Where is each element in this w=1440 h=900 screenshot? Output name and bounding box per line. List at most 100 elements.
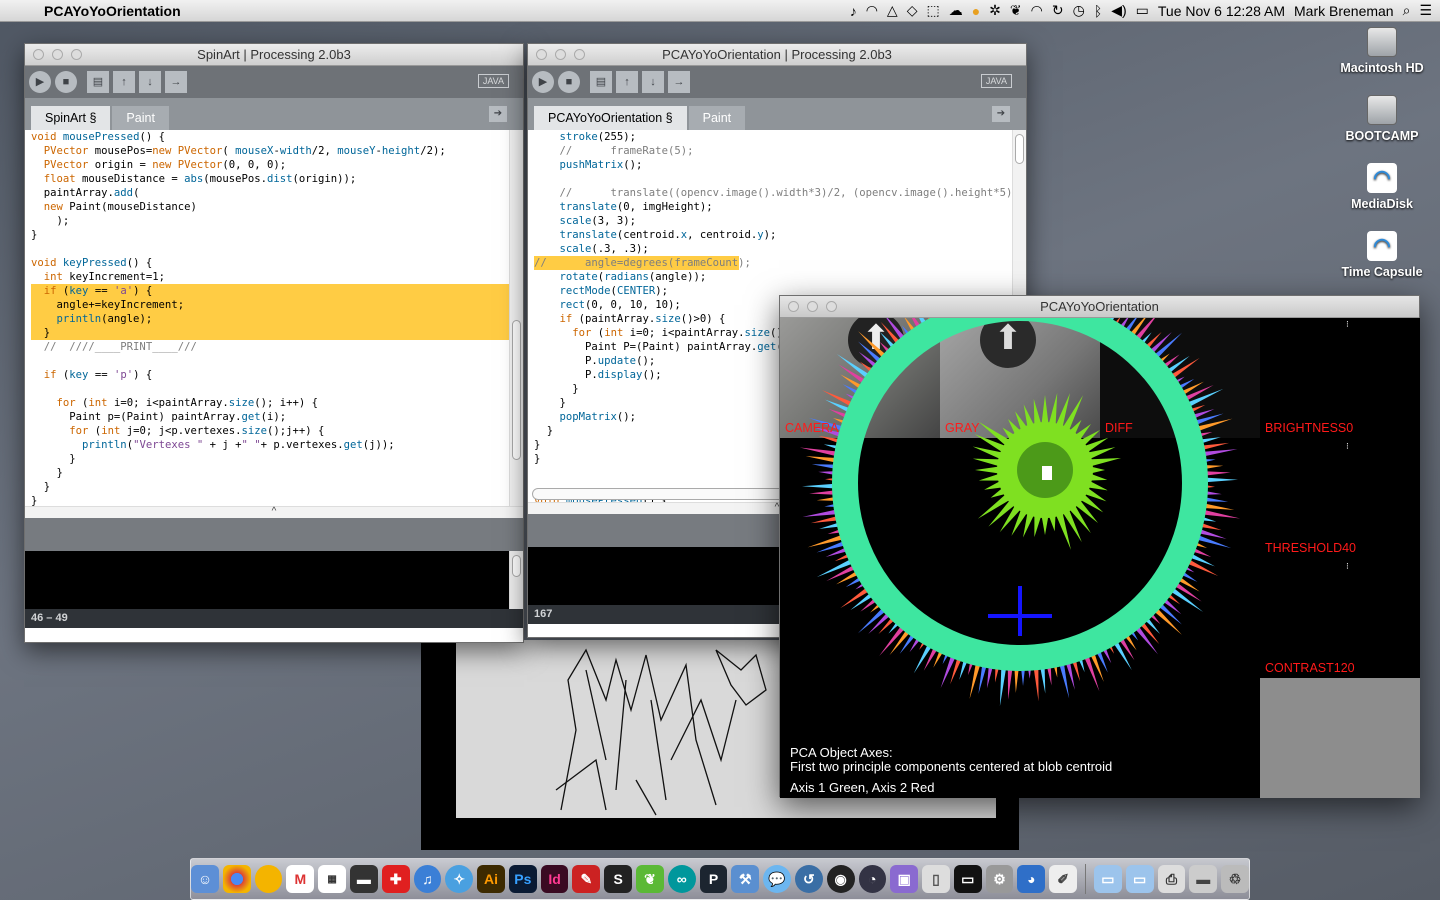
- desktop-icon-bootcamp[interactable]: BOOTCAMP: [1332, 95, 1432, 143]
- menu-clock[interactable]: Tue Nov 6 12:28 AM: [1158, 3, 1285, 19]
- sketchbook-icon[interactable]: ✎: [572, 865, 601, 893]
- script-icon[interactable]: ✐: [1049, 865, 1077, 893]
- evernote-icon[interactable]: ❦: [1010, 2, 1022, 19]
- tab-menu-arrow-icon[interactable]: ➔: [992, 106, 1010, 122]
- export-button[interactable]: →: [165, 71, 187, 93]
- scroll-thumb[interactable]: [512, 320, 521, 460]
- firefox-icon[interactable]: [254, 865, 283, 893]
- illustrator-icon[interactable]: Ai: [477, 865, 505, 893]
- stop-button[interactable]: ■: [55, 71, 77, 93]
- wifi-icon[interactable]: ◠: [1031, 2, 1043, 19]
- tab-pcayoyoorientation[interactable]: PCAYoYoOrientation §: [534, 106, 687, 130]
- sketch-canvas[interactable]: ⬆ ⬆ CAMERA GRAY DIFF BRIGHTNESS0 THRESHO…: [780, 318, 1420, 798]
- safari-icon[interactable]: ✧: [445, 865, 474, 893]
- dropbox-icon[interactable]: ◇: [907, 2, 918, 19]
- processing-icon[interactable]: P: [699, 865, 728, 893]
- desktop-icon-macintosh-hd[interactable]: Macintosh HD: [1332, 27, 1432, 75]
- stop-button[interactable]: ■: [558, 71, 580, 93]
- bluetooth-icon[interactable]: ᛒ: [1094, 3, 1102, 19]
- open-button[interactable]: ↑: [616, 71, 638, 93]
- close-button[interactable]: [788, 301, 799, 312]
- slider-handle[interactable]: ⁝: [1346, 320, 1352, 336]
- volume-icon[interactable]: ◀): [1111, 2, 1126, 19]
- desktop-icon-mediadisk[interactable]: ◠ MediaDisk: [1332, 163, 1432, 211]
- zoom-button[interactable]: [574, 49, 585, 60]
- export-button[interactable]: →: [668, 71, 690, 93]
- window-titlebar[interactable]: PCAYoYoOrientation | Processing 2.0b3: [528, 44, 1026, 66]
- mode-button[interactable]: JAVA: [477, 74, 509, 88]
- activity-icon[interactable]: ◔: [858, 865, 887, 893]
- tab-spinart[interactable]: SpinArt §: [31, 106, 111, 130]
- circuit-icon[interactable]: ⚙: [985, 865, 1014, 893]
- save-button[interactable]: ↓: [642, 71, 664, 93]
- tab-paint[interactable]: Paint: [688, 106, 746, 130]
- console-area[interactable]: [25, 551, 523, 609]
- evernote-leaf-icon[interactable]: ❦: [636, 865, 664, 893]
- run-button[interactable]: ▶: [29, 71, 51, 93]
- cloud-icon[interactable]: ☁: [949, 2, 963, 19]
- save-button[interactable]: ↓: [139, 71, 161, 93]
- mode-button[interactable]: JAVA: [980, 74, 1012, 88]
- sublime-icon[interactable]: S: [604, 865, 633, 893]
- gmail-icon[interactable]: M: [286, 865, 315, 893]
- messages-icon[interactable]: 💬: [763, 865, 791, 893]
- tab-paint[interactable]: Paint: [112, 106, 169, 130]
- calendar-icon[interactable]: ▦: [318, 865, 347, 893]
- music-icon[interactable]: ♪: [850, 3, 857, 19]
- drive-icon[interactable]: △: [887, 2, 898, 19]
- disk-icon[interactable]: ▬: [1189, 865, 1218, 893]
- menu-user[interactable]: Mark Breneman: [1294, 3, 1394, 19]
- tab-menu-arrow-icon[interactable]: ➔: [489, 106, 507, 122]
- new-sketch-button[interactable]: ▤: [590, 71, 612, 93]
- headphones-icon[interactable]: ◠: [866, 2, 878, 19]
- folder-icon[interactable]: ▭: [1125, 865, 1154, 893]
- xcode-icon[interactable]: ⚒: [731, 865, 760, 893]
- zoom-button[interactable]: [71, 49, 82, 60]
- minimize-button[interactable]: [555, 49, 566, 60]
- finder-icon[interactable]: ☺: [191, 865, 219, 893]
- zoom-button[interactable]: [826, 301, 837, 312]
- swiss-icon[interactable]: ✚: [381, 865, 410, 893]
- cyberduck-icon[interactable]: ◕: [1017, 865, 1046, 893]
- refresh-icon[interactable]: ↻: [1052, 2, 1064, 19]
- system-prefs-icon[interactable]: ▬: [350, 865, 378, 893]
- console-scrollbar[interactable]: [509, 551, 523, 609]
- code-editor[interactable]: void mousePressed() { PVector mousePos=n…: [25, 130, 523, 506]
- slider-handle[interactable]: ⁝: [1346, 562, 1352, 578]
- close-button[interactable]: [536, 49, 547, 60]
- app-menu-title[interactable]: PCAYoYoOrientation: [44, 3, 181, 19]
- photoshop-icon[interactable]: Ps: [508, 865, 537, 893]
- divider-handle[interactable]: ^: [25, 506, 523, 518]
- sync-icon[interactable]: ✲: [989, 2, 1001, 19]
- minimize-button[interactable]: [807, 301, 818, 312]
- close-button[interactable]: [33, 49, 44, 60]
- dashboard-icon[interactable]: ◉: [826, 865, 855, 893]
- spotlight-icon[interactable]: ⌕: [1403, 2, 1411, 19]
- printer-icon[interactable]: ⎙: [1157, 865, 1186, 893]
- console-scroll-thumb[interactable]: [512, 555, 521, 577]
- notification-center-icon[interactable]: ☰: [1419, 2, 1432, 19]
- new-sketch-button[interactable]: ▤: [87, 71, 109, 93]
- run-button[interactable]: ▶: [532, 71, 554, 93]
- paper-icon[interactable]: ▯: [922, 865, 950, 893]
- indesign-icon[interactable]: Id: [540, 865, 569, 893]
- arduino-icon[interactable]: ∞: [667, 865, 696, 893]
- minimize-button[interactable]: [52, 49, 63, 60]
- time-machine-icon[interactable]: ↺: [794, 865, 823, 893]
- screenshot-icon[interactable]: ⬚: [926, 2, 939, 19]
- folder-icon[interactable]: ▭: [1093, 865, 1122, 893]
- window-titlebar[interactable]: SpinArt | Processing 2.0b3: [25, 44, 523, 66]
- time-machine-icon[interactable]: ◷: [1073, 2, 1085, 19]
- moon-icon[interactable]: ●: [972, 3, 980, 19]
- editor-scrollbar[interactable]: [509, 130, 523, 506]
- itunes-icon[interactable]: ♫: [413, 865, 442, 893]
- slider-handle[interactable]: ⁝: [1346, 442, 1352, 458]
- open-button[interactable]: ↑: [113, 71, 135, 93]
- desktop-icon-time-capsule[interactable]: ◠ Time Capsule: [1332, 231, 1432, 279]
- window-titlebar[interactable]: PCAYoYoOrientation: [780, 296, 1419, 318]
- chrome-icon[interactable]: [222, 865, 251, 893]
- preview-icon[interactable]: ▣: [890, 865, 919, 893]
- battery-icon[interactable]: ▭: [1136, 2, 1149, 19]
- scroll-thumb[interactable]: [1015, 134, 1024, 164]
- terminal-icon[interactable]: ▭: [953, 865, 982, 893]
